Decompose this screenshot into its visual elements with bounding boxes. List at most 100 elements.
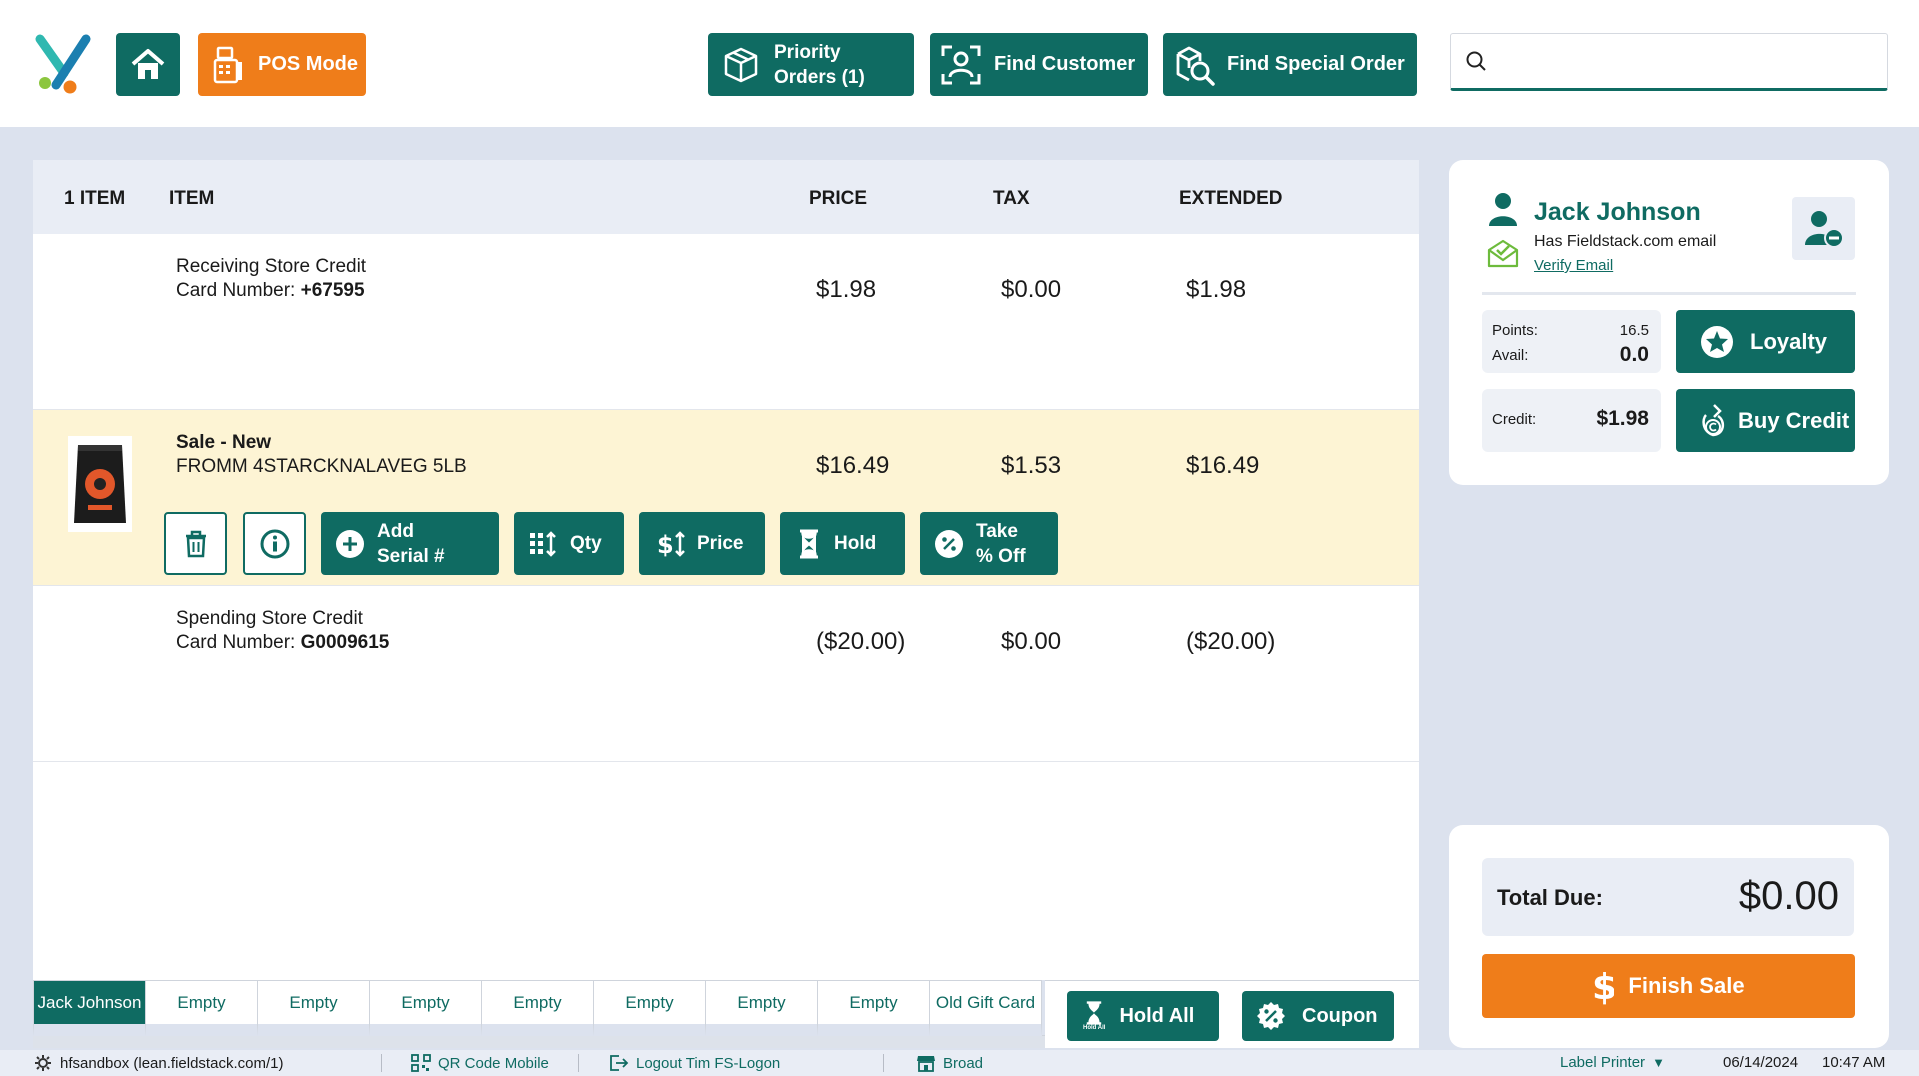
tab-old-gift-card[interactable]: Old Gift Card: [929, 980, 1042, 1036]
header-item: ITEM: [169, 188, 215, 209]
table-row-selected[interactable]: Sale - New FROMM 4STARCKNALAVEG 5LB $16.…: [33, 410, 1419, 586]
dog-food-bag-icon: [74, 445, 126, 523]
table-row[interactable]: Receiving Store Credit Card Number: +675…: [33, 234, 1419, 410]
tab-empty[interactable]: Empty: [481, 980, 594, 1036]
item-description: FROMM 4STARCKNALAVEG 5LB: [176, 456, 467, 477]
table-row[interactable]: Spending Store Credit Card Number: G0009…: [33, 586, 1419, 762]
item-info-button[interactable]: [243, 512, 306, 575]
points-value: 16.5: [1619, 322, 1649, 339]
header-tax: TAX: [993, 188, 1030, 209]
search-box[interactable]: [1450, 33, 1888, 91]
item-price: $16.49: [816, 452, 890, 479]
price-adjust-icon: $: [657, 531, 685, 559]
loyalty-button[interactable]: Loyalty: [1676, 310, 1855, 373]
svg-text:$: $: [1592, 967, 1614, 1006]
item-card-number: Card Number: G0009615: [176, 632, 390, 653]
find-customer-button[interactable]: Find Customer: [930, 33, 1148, 96]
time-display: 10:47 AM: [1822, 1054, 1886, 1071]
hold-item-button[interactable]: Hold: [780, 512, 905, 575]
points-box: Points: 16.5 Avail: 0.0: [1482, 310, 1661, 373]
buy-credit-button[interactable]: Buy Credit: [1676, 389, 1855, 452]
remove-user-icon: [1804, 210, 1844, 248]
avail-value: 0.0: [1619, 343, 1649, 366]
take-percent-off-button[interactable]: Take % Off: [920, 512, 1058, 575]
find-order-icon: [1176, 46, 1215, 86]
user-icon: [1489, 193, 1517, 226]
customer-name[interactable]: Jack Johnson: [1534, 198, 1701, 227]
qr-code-mobile-link[interactable]: QR Code Mobile: [411, 1054, 549, 1072]
priority-orders-button[interactable]: Priority Orders (1): [708, 33, 914, 96]
top-header: POS Mode Priority Orders (1) Find Custom…: [0, 0, 1919, 127]
remove-customer-button[interactable]: [1792, 197, 1855, 260]
customer-panel: Jack Johnson Has Fieldstack.com email Ve…: [1449, 160, 1889, 485]
hourglass-icon: [1087, 1001, 1102, 1025]
find-special-order-button[interactable]: Find Special Order: [1163, 33, 1417, 96]
quantity-icon: [530, 530, 556, 557]
priority-line2: Orders (1): [774, 66, 865, 88]
email-status: Has Fieldstack.com email: [1534, 233, 1717, 250]
item-title: Spending Store Credit: [176, 608, 363, 629]
verify-email-link[interactable]: Verify Email: [1534, 257, 1613, 274]
home-icon: [131, 48, 165, 79]
chevron-down-icon: ▼: [1652, 1055, 1665, 1070]
item-tax: $1.53: [1001, 452, 1062, 479]
gear-icon: [35, 1055, 51, 1071]
total-due-value: $0.00: [1738, 874, 1839, 918]
store-icon: [917, 1056, 935, 1072]
add-serial-button[interactable]: Add Serial #: [321, 512, 499, 575]
item-extended: $16.49: [1186, 452, 1260, 479]
hold-all-button[interactable]: Hold All Hold All: [1067, 991, 1219, 1041]
item-extended: $1.98: [1186, 276, 1247, 303]
logout-link[interactable]: Logout Tim FS-Logon: [609, 1054, 780, 1072]
store-link[interactable]: Broad: [916, 1054, 983, 1072]
dollar-icon: $: [1592, 967, 1614, 1006]
item-price: ($20.00): [816, 628, 906, 655]
email-verified-icon: [1487, 239, 1519, 268]
customer-tabs: Jack Johnson Empty Empty Empty Empty Emp…: [33, 980, 1042, 1048]
table-header: 1 ITEM ITEM PRICE TAX EXTENDED: [33, 160, 1419, 234]
tab-jack-johnson[interactable]: Jack Johnson: [33, 980, 146, 1036]
header-extended: EXTENDED: [1179, 188, 1283, 209]
pos-terminal-icon: [213, 46, 242, 83]
credit-box: Credit: $1.98: [1482, 389, 1661, 452]
item-price: $1.98: [816, 276, 877, 303]
tab-empty[interactable]: Empty: [257, 980, 370, 1036]
qr-code-icon: [411, 1054, 431, 1072]
delete-item-button[interactable]: [164, 512, 227, 575]
tab-empty[interactable]: Empty: [817, 980, 930, 1036]
item-card-number: Card Number: +67595: [176, 280, 365, 301]
priority-line1: Priority: [774, 41, 841, 63]
header-price: PRICE: [809, 188, 868, 209]
fieldstack-logo: [34, 33, 94, 95]
tab-empty[interactable]: Empty: [593, 980, 706, 1036]
price-button[interactable]: $ Price: [639, 512, 765, 575]
buy-credit-icon: [1702, 403, 1725, 436]
tab-empty[interactable]: Empty: [705, 980, 818, 1036]
pos-mode-button[interactable]: POS Mode: [198, 33, 366, 96]
coupon-icon: [1257, 1002, 1285, 1030]
find-special-order-label: Find Special Order: [1227, 53, 1405, 75]
search-icon: [1466, 51, 1486, 71]
package-icon: [724, 47, 758, 82]
item-tax: $0.00: [1001, 628, 1062, 655]
label-printer-select[interactable]: Label Printer ▼: [1560, 1054, 1665, 1071]
hourglass-icon: [800, 529, 818, 558]
coupon-button[interactable]: Coupon: [1242, 991, 1394, 1041]
item-tax: $0.00: [1001, 276, 1062, 303]
total-due-box: Total Due: $0.00: [1482, 858, 1854, 936]
pos-mode-label: POS Mode: [258, 53, 359, 75]
server-info: hfsandbox (lean.fieldstack.com/1): [33, 1054, 283, 1072]
home-button[interactable]: [116, 33, 180, 96]
cart-actions-bar: Hold All Hold All Coupon: [1045, 980, 1419, 1048]
total-due-label: Total Due:: [1497, 885, 1603, 910]
logout-icon: [610, 1055, 629, 1071]
date-display: 06/14/2024: [1723, 1054, 1799, 1071]
finish-sale-button[interactable]: $ Finish Sale: [1482, 954, 1855, 1018]
qty-button[interactable]: Qty: [514, 512, 624, 575]
credit-value: $1.98: [1596, 407, 1649, 430]
tab-empty[interactable]: Empty: [369, 980, 482, 1036]
tab-empty[interactable]: Empty: [145, 980, 258, 1036]
search-input[interactable]: [1497, 41, 1887, 81]
divider: [1482, 292, 1856, 295]
percent-badge-icon: [935, 529, 963, 558]
